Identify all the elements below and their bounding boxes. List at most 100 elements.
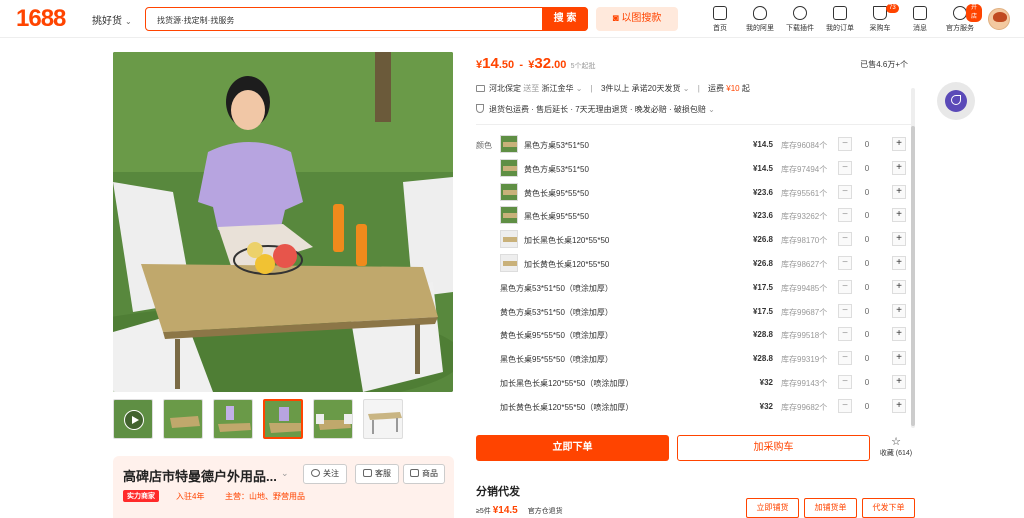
sku-thumbnail[interactable] <box>500 206 518 225</box>
quantity-plus-button[interactable]: + <box>892 232 906 247</box>
follow-button[interactable]: 关注 <box>303 464 347 484</box>
avatar[interactable] <box>988 8 1010 30</box>
sku-name: 加长黄色长桌120*55*50 <box>524 260 610 269</box>
chevron-down-icon[interactable]: ⌄ <box>281 468 289 479</box>
nav-home[interactable]: 首页 <box>698 6 742 33</box>
sku-stock: 库存99319个 <box>781 355 828 365</box>
sku-row: 黄色长桌95*55*50（喷涂加厚） ¥28.8 库存99518个 −0 + <box>500 322 910 346</box>
site-logo[interactable]: 1688 <box>16 5 66 33</box>
quantity-minus-button[interactable]: − <box>838 208 852 223</box>
thumbnail-image-selected[interactable] <box>263 399 303 439</box>
nav-messages[interactable]: 消息 <box>898 6 942 33</box>
quantity-plus-button[interactable]: + <box>892 256 906 270</box>
quantity-plus-button[interactable]: + <box>892 398 906 413</box>
sku-name: 黄色长桌95*55*50（喷涂加厚） <box>500 331 613 341</box>
search-button[interactable]: 搜 索 <box>542 6 588 31</box>
sku-row: 加长黑色长桌120*55*50（喷涂加厚） ¥32 库存99143个 −0 + <box>500 370 910 394</box>
service-guarantees[interactable]: 退货包运费 · 售后延长 · 7天无理由退货 · 晚发必赔 · 破损包赔 ⌄ <box>476 104 715 115</box>
freight-suffix: 起 <box>741 84 750 93</box>
quantity-minus-button[interactable]: − <box>838 256 852 270</box>
quantity-plus-button[interactable]: + <box>892 208 906 223</box>
quantity-minus-button[interactable]: − <box>838 351 852 366</box>
nav-download-plugin[interactable]: 下载插件 <box>778 6 822 33</box>
main-product-image[interactable] <box>113 52 453 392</box>
top-header: 1688 挑好货 ⌄ 找货源·找定制·找服务 搜 索 ◙ 以图搜款 首页 我的阿里… <box>0 0 1024 38</box>
quantity-input[interactable]: 0 <box>861 283 873 292</box>
add-distribution-list-button[interactable]: 加铺货单 <box>804 498 857 518</box>
thumbnail-image[interactable] <box>213 399 253 439</box>
divider <box>476 124 911 125</box>
quantity-input[interactable]: 0 <box>861 164 873 173</box>
dropship-order-button[interactable]: 代发下单 <box>862 498 915 518</box>
search-box[interactable]: 找货源·找定制·找服务 搜 索 <box>145 6 588 31</box>
quantity-plus-button[interactable]: + <box>892 184 906 199</box>
search-input[interactable]: 找货源·找定制·找服务 <box>157 15 234 26</box>
quantity-input[interactable]: 0 <box>861 211 873 220</box>
quantity-plus-button[interactable]: + <box>892 327 906 342</box>
nav-official-service[interactable]: 开店 官方服务 <box>938 4 982 33</box>
quantity-input[interactable]: 0 <box>861 235 873 244</box>
quantity-input[interactable]: 0 <box>861 378 873 387</box>
quantity-plus-button[interactable]: + <box>892 160 906 175</box>
sku-thumbnail[interactable] <box>500 182 518 201</box>
quantity-plus-button[interactable]: + <box>892 375 906 389</box>
quantity-minus-button[interactable]: − <box>838 327 852 342</box>
sku-thumbnail[interactable] <box>500 254 518 272</box>
category-dropdown[interactable]: 挑好货 ⌄ <box>92 12 132 27</box>
quantity-minus-button[interactable]: − <box>838 160 852 175</box>
order-now-button[interactable]: 立即下单 <box>476 435 669 461</box>
quantity-input[interactable]: 0 <box>861 140 873 149</box>
distribute-now-button[interactable]: 立即铺货 <box>746 498 799 518</box>
thumbnail-video[interactable] <box>113 399 153 439</box>
sku-thumbnail[interactable] <box>500 135 518 153</box>
thumbnail-image[interactable] <box>163 399 203 439</box>
nav-purchase-cart[interactable]: 73 采购车 <box>858 4 902 33</box>
thumbnail-image[interactable] <box>313 399 353 439</box>
sku-stock: 库存99485个 <box>781 283 828 293</box>
ship-to-selector[interactable]: 浙江金华 <box>541 84 573 93</box>
quantity-minus-button[interactable]: − <box>838 137 852 151</box>
sku-stock: 库存96084个 <box>781 141 828 150</box>
quantity-minus-button[interactable]: − <box>838 398 852 413</box>
quantity-input[interactable]: 0 <box>861 402 873 411</box>
chevron-down-icon[interactable]: ⌄ <box>573 84 583 93</box>
quantity-plus-button[interactable]: + <box>892 351 906 366</box>
add-to-cart-button[interactable]: 加采购车 <box>677 435 870 461</box>
ship-promise[interactable]: 3件以上 承诺20天发货 <box>601 84 681 93</box>
nav-my-orders[interactable]: 我的订单 <box>818 6 862 33</box>
quantity-plus-button[interactable]: + <box>892 137 906 151</box>
quantity-input[interactable]: 0 <box>861 259 873 268</box>
sku-thumbnail[interactable] <box>500 158 518 177</box>
thumbnail-image[interactable] <box>363 399 403 439</box>
quantity-plus-button[interactable]: + <box>892 303 906 318</box>
quantity-input[interactable]: 0 <box>861 188 873 197</box>
quantity-minus-button[interactable]: − <box>838 303 852 318</box>
sku-thumbnail[interactable] <box>500 230 518 249</box>
price-sep: - <box>519 59 524 71</box>
quantity-plus-button[interactable]: + <box>892 279 906 294</box>
floating-assistant-button[interactable] <box>937 82 975 120</box>
quantity-minus-button[interactable]: − <box>838 375 852 389</box>
customer-service-button[interactable]: 客服 <box>355 464 399 484</box>
shop-name[interactable]: 高碑店市特曼德户外用品... <box>123 466 277 485</box>
quantity-minus-button[interactable]: − <box>838 184 852 199</box>
image-search-button[interactable]: ◙ 以图搜款 <box>596 7 678 31</box>
quantity-input[interactable]: 0 <box>861 354 873 363</box>
sku-stock: 库存93262个 <box>781 212 828 222</box>
goods-button[interactable]: 商品 <box>403 464 445 484</box>
quantity-minus-button[interactable]: − <box>838 279 852 294</box>
nav-my-ali[interactable]: 我的阿里 <box>738 6 782 33</box>
price-high-int: 32 <box>534 55 552 72</box>
sku-price: ¥28.8 <box>752 330 773 340</box>
quantity-minus-button[interactable]: − <box>838 232 852 247</box>
assistant-glyph <box>951 95 961 105</box>
quantity-input[interactable]: 0 <box>861 330 873 339</box>
cart-count-badge: 73 <box>886 4 899 13</box>
scrollbar-thumb[interactable] <box>911 126 915 426</box>
sku-name: 黑色长桌95*55*50（喷涂加厚） <box>500 355 613 365</box>
quantity-input[interactable]: 0 <box>861 307 873 316</box>
sku-name: 加长黄色长桌120*55*50（喷涂加厚） <box>500 402 634 412</box>
sku-stock: 库存95561个 <box>781 188 828 198</box>
chevron-down-icon[interactable]: ⌄ <box>681 84 690 93</box>
favorite-button[interactable]: ☆ 收藏 (614) <box>876 436 916 458</box>
